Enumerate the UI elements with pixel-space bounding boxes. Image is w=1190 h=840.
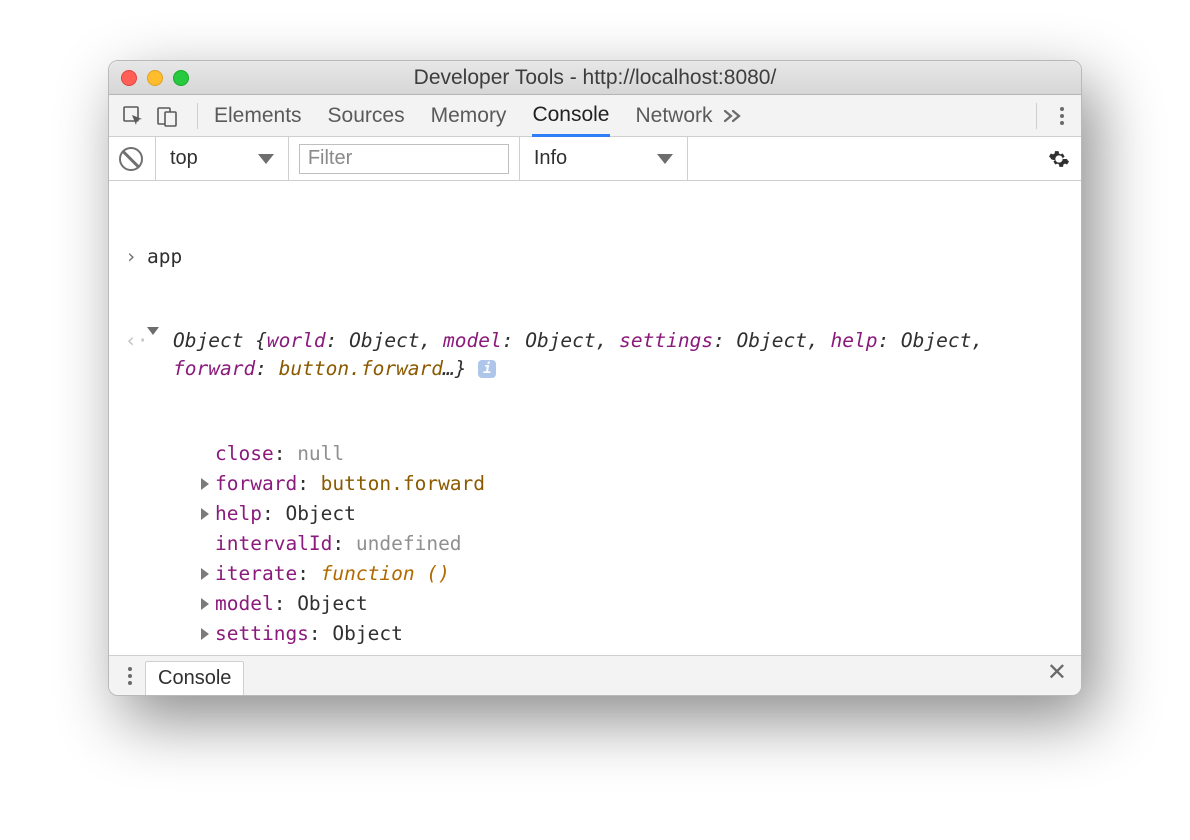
chevron-down-icon <box>657 154 673 164</box>
drawer: Console ✕ <box>109 655 1081 695</box>
console-toolbar: top Info <box>109 137 1081 181</box>
execution-context-select[interactable]: top <box>155 137 289 180</box>
console-output: › app ‹· Object {world: Object, model: O… <box>109 181 1081 655</box>
drawer-menu-icon[interactable] <box>121 667 139 685</box>
chevron-down-icon <box>258 154 274 164</box>
expand-icon[interactable] <box>201 508 209 520</box>
tab-elements[interactable]: Elements <box>214 95 302 136</box>
title-bar: Developer Tools - http://localhost:8080/ <box>109 61 1081 95</box>
prop-start[interactable]: start: button.start <box>201 649 1065 655</box>
object-properties: close: nullforward: button.forwardhelp: … <box>125 439 1065 655</box>
minimize-window-button[interactable] <box>147 70 163 86</box>
devtools-tabs-bar: Elements Sources Memory Console Network <box>109 95 1081 137</box>
prop-value: function () <box>321 560 450 588</box>
traffic-lights <box>109 70 189 86</box>
prompt-icon: › <box>125 243 137 271</box>
expand-icon[interactable] <box>201 598 209 610</box>
separator <box>1036 103 1037 129</box>
info-badge-icon[interactable]: i <box>478 360 496 378</box>
window-title: Developer Tools - http://localhost:8080/ <box>109 66 1081 90</box>
expand-toggle-icon[interactable] <box>147 327 159 335</box>
prop-key: iterate <box>215 560 297 588</box>
prop-key: intervalId <box>215 530 332 558</box>
tab-sources[interactable]: Sources <box>328 95 405 136</box>
separator <box>197 103 198 129</box>
console-result[interactable]: ‹· Object {world: Object, model: Object,… <box>125 327 1065 383</box>
prop-key: settings <box>215 620 309 648</box>
prop-close: close: null <box>201 439 1065 469</box>
prop-value: null <box>297 440 344 468</box>
prop-value: Object <box>285 500 355 528</box>
prop-value: Object <box>332 620 402 648</box>
close-window-button[interactable] <box>121 70 137 86</box>
prop-value: button.start <box>297 650 438 655</box>
level-label: Info <box>534 147 567 170</box>
prop-value: undefined <box>356 530 462 558</box>
prop-model[interactable]: model: Object <box>201 589 1065 619</box>
tab-network[interactable]: Network <box>636 95 713 136</box>
drawer-tab-console[interactable]: Console <box>145 661 244 696</box>
expand-icon[interactable] <box>201 568 209 580</box>
result-indicator-icon: ‹· <box>125 327 137 355</box>
console-filter-input[interactable] <box>299 144 509 174</box>
clear-console-icon[interactable] <box>117 145 145 173</box>
context-label: top <box>170 147 198 170</box>
prop-iterate[interactable]: iterate: function () <box>201 559 1065 589</box>
tab-memory[interactable]: Memory <box>431 95 507 136</box>
prop-forward[interactable]: forward: button.forward <box>201 469 1065 499</box>
prop-key: close <box>215 440 274 468</box>
object-summary[interactable]: Object {world: Object, model: Object, se… <box>173 327 1065 383</box>
zoom-window-button[interactable] <box>173 70 189 86</box>
inspect-element-icon[interactable] <box>119 102 147 130</box>
prop-settings[interactable]: settings: Object <box>201 619 1065 649</box>
devtools-menu-icon[interactable] <box>1053 107 1071 125</box>
log-level-select[interactable]: Info <box>519 137 688 180</box>
prop-key: start <box>215 650 274 655</box>
prop-value: button.forward <box>321 470 485 498</box>
prop-key: help <box>215 500 262 528</box>
input-expression: app <box>147 243 182 271</box>
prop-key: model <box>215 590 274 618</box>
tab-console[interactable]: Console <box>532 96 609 137</box>
prop-key: forward <box>215 470 297 498</box>
close-drawer-icon[interactable]: ✕ <box>1047 658 1073 695</box>
prop-help[interactable]: help: Object <box>201 499 1065 529</box>
console-settings-icon[interactable] <box>1045 145 1073 173</box>
expand-icon[interactable] <box>201 628 209 640</box>
expand-icon[interactable] <box>201 478 209 490</box>
prop-intervalId: intervalId: undefined <box>201 529 1065 559</box>
devtools-window: Developer Tools - http://localhost:8080/… <box>108 60 1082 696</box>
console-input-echo: › app <box>125 243 1065 271</box>
prop-value: Object <box>297 590 367 618</box>
more-tabs-icon[interactable] <box>719 102 747 130</box>
toggle-device-icon[interactable] <box>153 102 181 130</box>
